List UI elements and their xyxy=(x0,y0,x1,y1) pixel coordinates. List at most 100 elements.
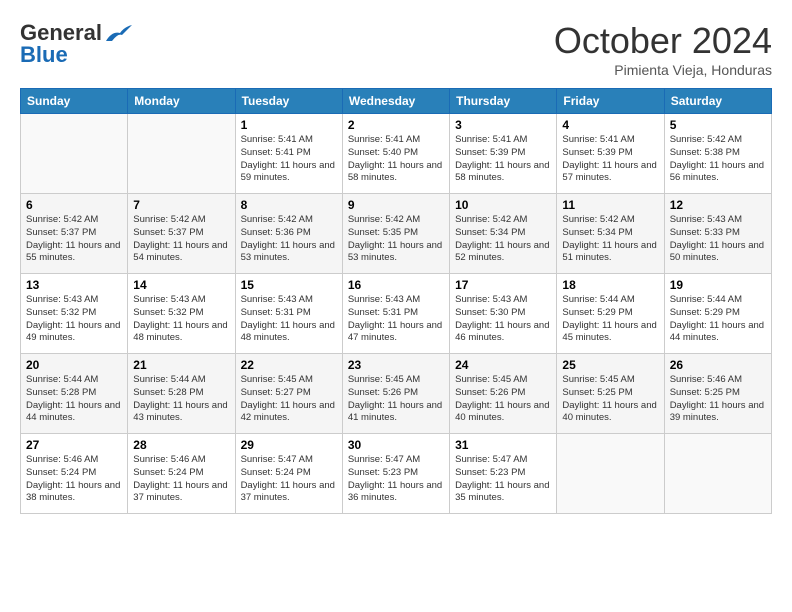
title-area: October 2024 Pimienta Vieja, Honduras xyxy=(554,20,772,78)
day-number: 19 xyxy=(670,278,766,292)
calendar-cell: 6Sunrise: 5:42 AM Sunset: 5:37 PM Daylig… xyxy=(21,194,128,274)
day-info: Sunrise: 5:44 AM Sunset: 5:28 PM Dayligh… xyxy=(133,374,229,425)
calendar-cell: 14 Sunrise: 5:43 AM Sunset: 5:32 PM Dayli… xyxy=(128,274,235,354)
header: General Blue October 2024 Pimienta Vieja… xyxy=(20,20,772,78)
day-info: Sunrise: 5:43 AM Sunset: 5:30 PM Dayligh… xyxy=(455,294,551,345)
day-number: 30 xyxy=(348,438,444,452)
header-cell-monday: Monday xyxy=(128,89,235,114)
calendar-cell: 28 Sunrise: 5:46 AM Sunset: 5:24 PM Dayli… xyxy=(128,434,235,514)
calendar-cell: 25 Sunrise: 5:45 AM Sunset: 5:25 PM Dayli… xyxy=(557,354,664,434)
day-number: 12 xyxy=(670,198,766,212)
day-number: 17 xyxy=(455,278,551,292)
calendar-cell: 3Sunrise: 5:41 AM Sunset: 5:39 PM Daylig… xyxy=(450,114,557,194)
day-number: 18 xyxy=(562,278,658,292)
day-number: 24 xyxy=(455,358,551,372)
day-number: 27 xyxy=(26,438,122,452)
day-number: 13 xyxy=(26,278,122,292)
day-number: 29 xyxy=(241,438,337,452)
logo-blue-text: Blue xyxy=(20,42,68,68)
day-number: 11 xyxy=(562,198,658,212)
day-number: 21 xyxy=(133,358,229,372)
calendar-cell: 9Sunrise: 5:42 AM Sunset: 5:35 PM Daylig… xyxy=(342,194,449,274)
calendar-body: 1Sunrise: 5:41 AM Sunset: 5:41 PM Daylig… xyxy=(21,114,772,514)
calendar-cell: 27 Sunrise: 5:46 AM Sunset: 5:24 PM Dayli… xyxy=(21,434,128,514)
header-cell-thursday: Thursday xyxy=(450,89,557,114)
calendar-cell: 20 Sunrise: 5:44 AM Sunset: 5:28 PM Dayli… xyxy=(21,354,128,434)
header-cell-wednesday: Wednesday xyxy=(342,89,449,114)
day-info: Sunrise: 5:43 AM Sunset: 5:31 PM Dayligh… xyxy=(348,294,444,345)
day-info: Sunrise: 5:42 AM Sunset: 5:35 PM Dayligh… xyxy=(348,214,444,265)
calendar-cell: 12 Sunrise: 5:43 AM Sunset: 5:33 PM Dayli… xyxy=(664,194,771,274)
day-info: Sunrise: 5:42 AM Sunset: 5:38 PM Dayligh… xyxy=(670,134,766,185)
week-row-4: 20 Sunrise: 5:44 AM Sunset: 5:28 PM Dayli… xyxy=(21,354,772,434)
day-number: 5 xyxy=(670,118,766,132)
day-info: Sunrise: 5:42 AM Sunset: 5:36 PM Dayligh… xyxy=(241,214,337,265)
day-info: Sunrise: 5:46 AM Sunset: 5:24 PM Dayligh… xyxy=(133,454,229,505)
calendar-cell: 11 Sunrise: 5:42 AM Sunset: 5:34 PM Dayli… xyxy=(557,194,664,274)
day-number: 26 xyxy=(670,358,766,372)
calendar-cell: 8 Sunrise: 5:42 AM Sunset: 5:36 PM Daylig… xyxy=(235,194,342,274)
calendar-cell xyxy=(664,434,771,514)
day-number: 15 xyxy=(241,278,337,292)
day-number: 10 xyxy=(455,198,551,212)
day-number: 23 xyxy=(348,358,444,372)
day-number: 31 xyxy=(455,438,551,452)
calendar-cell: 1Sunrise: 5:41 AM Sunset: 5:41 PM Daylig… xyxy=(235,114,342,194)
header-cell-saturday: Saturday xyxy=(664,89,771,114)
day-number: 28 xyxy=(133,438,229,452)
day-number: 16 xyxy=(348,278,444,292)
day-info: Sunrise: 5:47 AM Sunset: 5:23 PM Dayligh… xyxy=(348,454,444,505)
day-info: Sunrise: 5:43 AM Sunset: 5:32 PM Dayligh… xyxy=(133,294,229,345)
day-info: Sunrise: 5:44 AM Sunset: 5:29 PM Dayligh… xyxy=(562,294,658,345)
calendar-cell: 21 Sunrise: 5:44 AM Sunset: 5:28 PM Dayli… xyxy=(128,354,235,434)
calendar-cell: 16 Sunrise: 5:43 AM Sunset: 5:31 PM Dayli… xyxy=(342,274,449,354)
day-number: 8 xyxy=(241,198,337,212)
day-info: Sunrise: 5:45 AM Sunset: 5:26 PM Dayligh… xyxy=(455,374,551,425)
day-info: Sunrise: 5:45 AM Sunset: 5:25 PM Dayligh… xyxy=(562,374,658,425)
day-info: Sunrise: 5:46 AM Sunset: 5:24 PM Dayligh… xyxy=(26,454,122,505)
location-subtitle: Pimienta Vieja, Honduras xyxy=(554,62,772,78)
day-number: 7 xyxy=(133,198,229,212)
day-number: 3 xyxy=(455,118,551,132)
calendar-cell xyxy=(557,434,664,514)
calendar-header: SundayMondayTuesdayWednesdayThursdayFrid… xyxy=(21,89,772,114)
calendar-cell xyxy=(128,114,235,194)
day-info: Sunrise: 5:44 AM Sunset: 5:28 PM Dayligh… xyxy=(26,374,122,425)
calendar-cell: 13 Sunrise: 5:43 AM Sunset: 5:32 PM Dayli… xyxy=(21,274,128,354)
week-row-1: 1Sunrise: 5:41 AM Sunset: 5:41 PM Daylig… xyxy=(21,114,772,194)
month-title: October 2024 xyxy=(554,20,772,62)
day-number: 2 xyxy=(348,118,444,132)
header-cell-friday: Friday xyxy=(557,89,664,114)
calendar-cell: 7 Sunrise: 5:42 AM Sunset: 5:37 PM Daylig… xyxy=(128,194,235,274)
calendar-cell: 30 Sunrise: 5:47 AM Sunset: 5:23 PM Dayli… xyxy=(342,434,449,514)
week-row-3: 13 Sunrise: 5:43 AM Sunset: 5:32 PM Dayli… xyxy=(21,274,772,354)
day-info: Sunrise: 5:45 AM Sunset: 5:26 PM Dayligh… xyxy=(348,374,444,425)
day-info: Sunrise: 5:43 AM Sunset: 5:32 PM Dayligh… xyxy=(26,294,122,345)
day-number: 4 xyxy=(562,118,658,132)
calendar-cell: 17 Sunrise: 5:43 AM Sunset: 5:30 PM Dayli… xyxy=(450,274,557,354)
day-info: Sunrise: 5:43 AM Sunset: 5:33 PM Dayligh… xyxy=(670,214,766,265)
calendar-cell: 23 Sunrise: 5:45 AM Sunset: 5:26 PM Dayli… xyxy=(342,354,449,434)
day-number: 22 xyxy=(241,358,337,372)
day-number: 6 xyxy=(26,198,122,212)
week-row-2: 6 Sunrise: 5:42 AM Sunset: 5:37 PM Daylig… xyxy=(21,194,772,274)
calendar-cell: 24 Sunrise: 5:45 AM Sunset: 5:26 PM Dayli… xyxy=(450,354,557,434)
day-info: Sunrise: 5:47 AM Sunset: 5:24 PM Dayligh… xyxy=(241,454,337,505)
logo: General Blue xyxy=(20,20,132,68)
day-number: 14 xyxy=(133,278,229,292)
day-info: Sunrise: 5:41 AM Sunset: 5:39 PM Dayligh… xyxy=(562,134,658,185)
day-info: Sunrise: 5:46 AM Sunset: 5:25 PM Dayligh… xyxy=(670,374,766,425)
calendar-cell: 10Sunrise: 5:42 AM Sunset: 5:34 PM Dayli… xyxy=(450,194,557,274)
day-info: Sunrise: 5:41 AM Sunset: 5:40 PM Dayligh… xyxy=(348,134,444,185)
day-info: Sunrise: 5:42 AM Sunset: 5:34 PM Dayligh… xyxy=(562,214,658,265)
day-info: Sunrise: 5:47 AM Sunset: 5:23 PM Dayligh… xyxy=(455,454,551,505)
day-info: Sunrise: 5:42 AM Sunset: 5:37 PM Dayligh… xyxy=(133,214,229,265)
calendar-cell: 19Sunrise: 5:44 AM Sunset: 5:29 PM Dayli… xyxy=(664,274,771,354)
header-cell-tuesday: Tuesday xyxy=(235,89,342,114)
day-number: 20 xyxy=(26,358,122,372)
header-row: SundayMondayTuesdayWednesdayThursdayFrid… xyxy=(21,89,772,114)
day-number: 25 xyxy=(562,358,658,372)
calendar-cell: 29 Sunrise: 5:47 AM Sunset: 5:24 PM Dayli… xyxy=(235,434,342,514)
day-info: Sunrise: 5:45 AM Sunset: 5:27 PM Dayligh… xyxy=(241,374,337,425)
calendar-cell: 4 Sunrise: 5:41 AM Sunset: 5:39 PM Daylig… xyxy=(557,114,664,194)
